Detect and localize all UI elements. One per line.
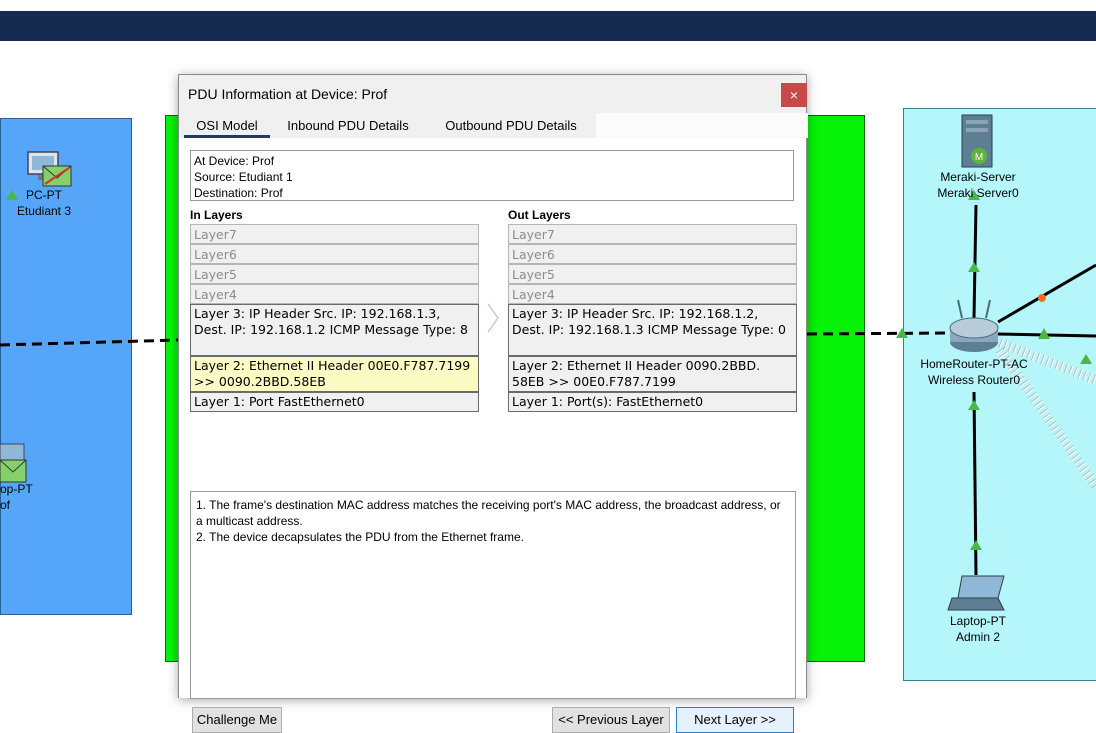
in-layer-2[interactable]: Layer 2: Ethernet II Header 00E0.F787.71… — [190, 356, 479, 392]
tab-bar-filler — [596, 113, 808, 138]
link-router-up-right — [997, 263, 1096, 324]
next-layer-button[interactable]: Next Layer >> — [676, 707, 794, 733]
device-label-etudiant3[interactable]: PC-PT Etudiant 3 — [12, 187, 76, 219]
server-icon: M — [961, 114, 993, 168]
link-dashed-left — [0, 338, 181, 347]
in-layer-1[interactable]: Layer 1: Port FastEthernet0 — [190, 392, 479, 412]
osi-model-panel: At Device: Prof Source: Etudiant 1 Desti… — [179, 138, 806, 733]
in-layers-list: Layer7 Layer6 Layer5 Layer4 Layer 3: IP … — [190, 224, 479, 412]
description-line: 1. The frame's destination MAC address m… — [196, 498, 781, 528]
tab-outbound-pdu-details[interactable]: Outbound PDU Details — [429, 113, 593, 138]
in-layer-4[interactable]: Layer4 — [190, 284, 479, 304]
out-layer-5[interactable]: Layer5 — [508, 264, 797, 284]
laptop-icon — [0, 443, 27, 483]
pc-icon — [27, 151, 72, 187]
link-status-pending — [1038, 294, 1046, 302]
device-label-home-router[interactable]: HomeRouter-PT-AC Wireless Router0 — [914, 356, 1034, 388]
tab-osi-model[interactable]: OSI Model — [184, 113, 270, 138]
link-status-up — [1080, 354, 1092, 364]
dialog-title: PDU Information at Device: Prof — [188, 86, 388, 102]
link-status-up — [968, 262, 980, 272]
out-layer-3[interactable]: Layer 3: IP Header Src. IP: 192.168.1.2,… — [508, 304, 797, 356]
device-label-prof[interactable]: op-PT of — [0, 481, 33, 513]
link-status-up — [970, 540, 982, 550]
link-dashed-right — [806, 331, 951, 336]
description-line: 2. The device decapsulates the PDU from … — [196, 530, 524, 544]
pdu-info-dialog: PDU Information at Device: Prof × OSI Mo… — [178, 74, 808, 733]
in-layer-5[interactable]: Layer5 — [190, 264, 479, 284]
source-text: Source: Etudiant 1 — [194, 170, 293, 184]
link-status-up — [968, 400, 980, 410]
device-label-admin2[interactable]: Laptop-PT Admin 2 — [936, 613, 1020, 645]
in-layer-3[interactable]: Layer 3: IP Header Src. IP: 192.168.1.3,… — [190, 304, 479, 356]
in-layers-heading: In Layers — [190, 208, 243, 222]
chevron-right-icon — [487, 303, 499, 333]
link-router-server — [972, 204, 978, 319]
out-layer-2[interactable]: Layer 2: Ethernet II Header 0090.2BBD. 5… — [508, 356, 797, 392]
svg-text:M: M — [975, 152, 983, 163]
destination-text: Destination: Prof — [194, 186, 283, 200]
tab-bar: OSI Model Inbound PDU Details Outbound P… — [179, 113, 808, 138]
laptop-icon — [947, 575, 1005, 611]
device-label-meraki-server[interactable]: Meraki-Server Meraki Server0 — [926, 169, 1030, 201]
in-layer-6[interactable]: Layer6 — [190, 244, 479, 264]
close-button[interactable]: × — [781, 83, 807, 107]
previous-layer-button[interactable]: << Previous Layer — [552, 707, 670, 733]
out-layer-4[interactable]: Layer4 — [508, 284, 797, 304]
out-layers-list: Layer7 Layer6 Layer5 Layer4 Layer 3: IP … — [508, 224, 797, 412]
out-layer-7[interactable]: Layer7 — [508, 224, 797, 244]
out-layer-1[interactable]: Layer 1: Port(s): FastEthernet0 — [508, 392, 797, 412]
layer-description-box: 1. The frame's destination MAC address m… — [190, 491, 796, 699]
in-layer-7[interactable]: Layer7 — [190, 224, 479, 244]
at-device-text: At Device: Prof — [194, 154, 275, 168]
device-info-box: At Device: Prof Source: Etudiant 1 Desti… — [190, 150, 794, 201]
tab-inbound-pdu-details[interactable]: Inbound PDU Details — [275, 113, 421, 138]
out-layer-6[interactable]: Layer6 — [508, 244, 797, 264]
challenge-me-button[interactable]: Challenge Me — [192, 707, 282, 733]
out-layers-heading: Out Layers — [508, 208, 571, 222]
